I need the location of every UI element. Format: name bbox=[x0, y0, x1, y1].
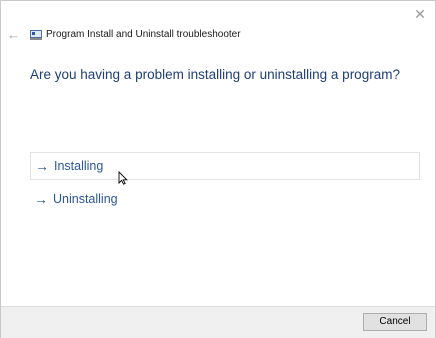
back-button[interactable]: ← bbox=[7, 28, 21, 42]
option-label: Uninstalling bbox=[53, 192, 118, 206]
window-title: Program Install and Uninstall troublesho… bbox=[46, 29, 241, 40]
close-button[interactable]: ✕ bbox=[411, 5, 429, 23]
close-icon: ✕ bbox=[414, 6, 426, 22]
troubleshooter-window: ✕ ← Program Install and Uninstall troubl… bbox=[0, 0, 436, 338]
titlebar: ✕ bbox=[1, 1, 435, 31]
arrow-right-icon: → bbox=[34, 191, 48, 207]
option-installing[interactable]: → Installing bbox=[30, 152, 420, 180]
back-arrow-icon: ← bbox=[7, 27, 20, 42]
footer-bar: Cancel bbox=[1, 306, 435, 338]
option-label: Installing bbox=[54, 159, 104, 173]
troubleshooter-app-icon bbox=[30, 30, 42, 40]
mouse-cursor-icon bbox=[118, 171, 128, 185]
page-heading: Are you having a problem installing or u… bbox=[30, 67, 400, 82]
option-uninstalling[interactable]: → Uninstalling bbox=[30, 186, 420, 214]
cancel-button[interactable]: Cancel bbox=[363, 313, 427, 331]
arrow-right-icon: → bbox=[35, 158, 49, 174]
